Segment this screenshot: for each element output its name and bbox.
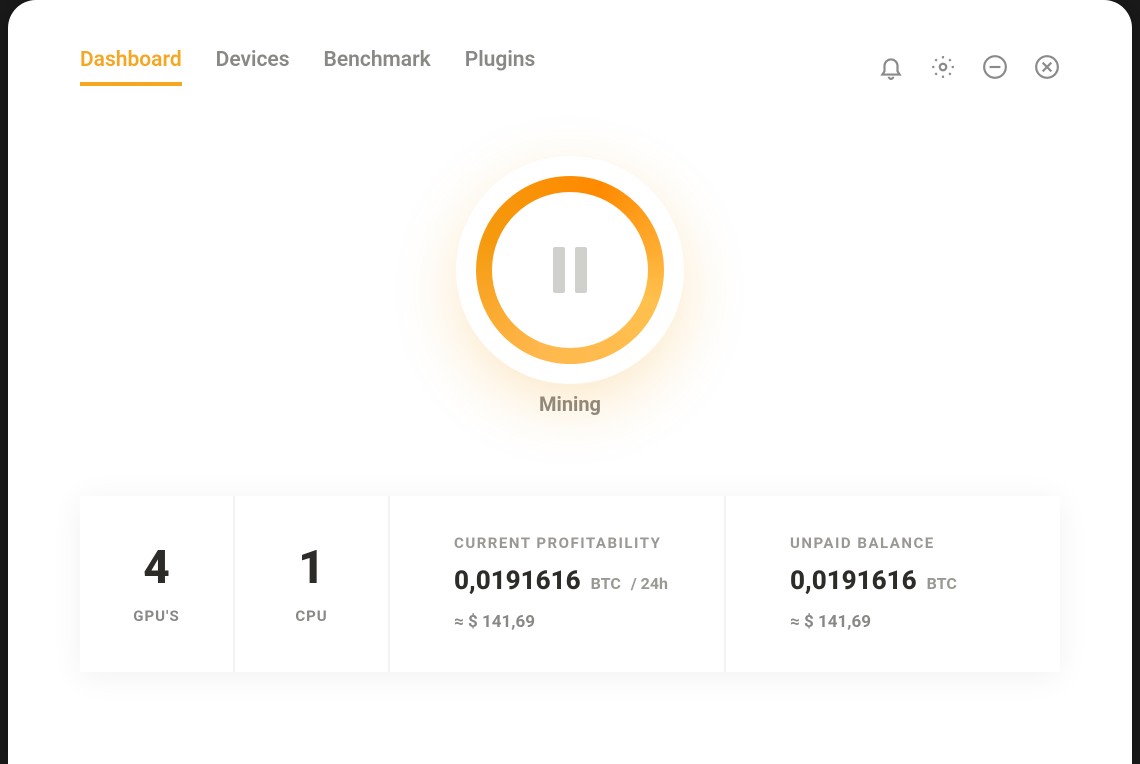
gpu-label: GPU'S	[133, 607, 179, 625]
profitability-per: / 24h	[631, 574, 668, 593]
app-window: Dashboard Devices Benchmark Plugins Mini…	[8, 0, 1132, 764]
balance-title: UNPAID BALANCE	[790, 534, 1032, 552]
balance-value: 0,0191616	[790, 566, 917, 596]
balance-unit: BTC	[927, 574, 957, 593]
bell-icon[interactable]	[878, 54, 904, 80]
balance-card: UNPAID BALANCE 0,0191616 BTC ≈ $ 141,69	[726, 496, 1060, 672]
profitability-card: CURRENT PROFITABILITY 0,0191616 BTC / 24…	[390, 496, 726, 672]
mining-status-label: Mining	[539, 392, 601, 416]
nav-tabs: Dashboard Devices Benchmark Plugins	[80, 48, 535, 86]
tab-dashboard[interactable]: Dashboard	[80, 48, 182, 86]
header: Dashboard Devices Benchmark Plugins	[8, 0, 1132, 86]
cpu-count: 1	[298, 541, 325, 595]
gpu-card: 4 GPU'S	[80, 496, 235, 672]
mining-section: Mining	[8, 176, 1132, 416]
pause-icon	[553, 247, 587, 293]
cpu-card: 1 CPU	[235, 496, 390, 672]
tab-plugins[interactable]: Plugins	[465, 48, 536, 86]
header-icons	[878, 54, 1060, 80]
minimize-icon[interactable]	[982, 54, 1008, 80]
profitability-unit: BTC	[591, 574, 621, 593]
gear-icon[interactable]	[930, 54, 956, 80]
profitability-value: 0,0191616	[454, 566, 581, 596]
tab-benchmark[interactable]: Benchmark	[324, 48, 431, 86]
stats-cards: 4 GPU'S 1 CPU CURRENT PROFITABILITY 0,01…	[80, 496, 1060, 672]
balance-approx: ≈ $ 141,69	[790, 612, 1032, 632]
profitability-approx: ≈ $ 141,69	[454, 612, 696, 632]
gpu-count: 4	[143, 541, 170, 595]
cpu-label: CPU	[295, 607, 327, 625]
mining-toggle-button[interactable]	[476, 176, 664, 364]
close-icon[interactable]	[1034, 54, 1060, 80]
profitability-amount: 0,0191616 BTC / 24h	[454, 566, 696, 596]
balance-amount: 0,0191616 BTC	[790, 566, 1032, 596]
profitability-title: CURRENT PROFITABILITY	[454, 534, 696, 552]
tab-devices[interactable]: Devices	[216, 48, 290, 86]
